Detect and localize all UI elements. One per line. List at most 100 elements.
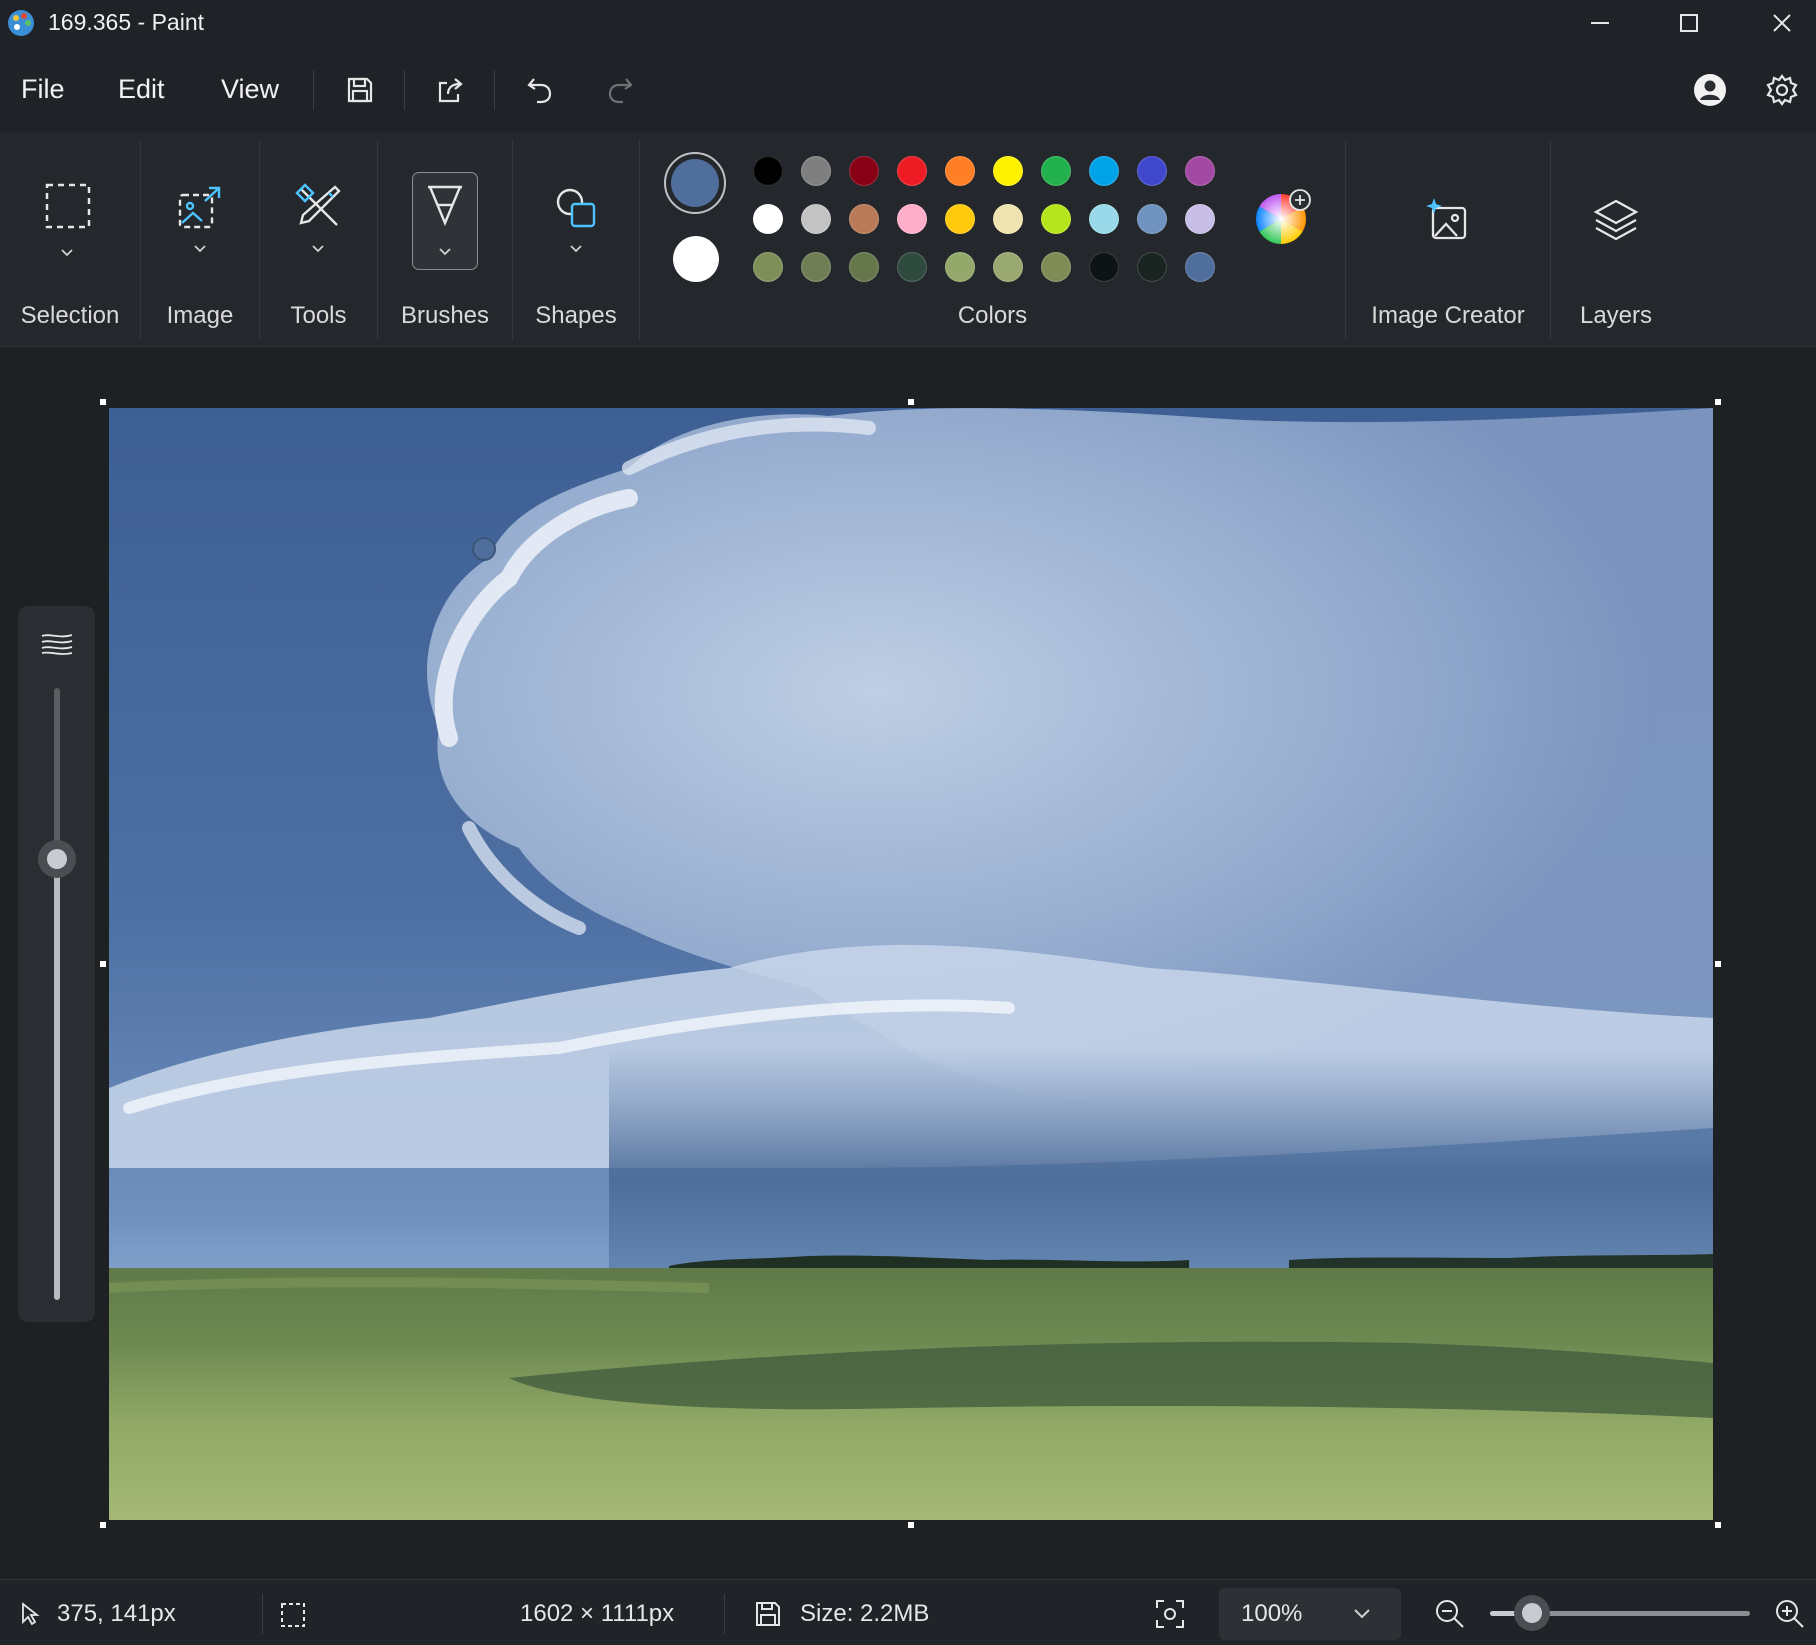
zoom-slider-thumb-dot (1521, 1603, 1542, 1623)
color-swatch[interactable] (801, 156, 831, 186)
color-swatch[interactable] (801, 252, 831, 282)
color-swatch[interactable] (1089, 252, 1119, 282)
image-creator-label: Image Creator (1371, 302, 1525, 329)
color-swatch[interactable] (1089, 204, 1119, 234)
layers-icon (1593, 199, 1639, 241)
chevron-down-icon[interactable] (569, 244, 583, 254)
selection-tool[interactable] (38, 176, 98, 236)
settings-icon (1766, 74, 1798, 106)
brush-size-fill (54, 859, 60, 1300)
resize-handle-bottom-left[interactable] (99, 1521, 107, 1529)
zoom-dropdown[interactable]: 100% (1219, 1588, 1401, 1640)
color-swatch[interactable] (801, 204, 831, 234)
color-swatch[interactable] (897, 252, 927, 282)
color-swatch[interactable] (945, 252, 975, 282)
shapes-group[interactable]: Shapes (513, 132, 639, 346)
color-swatch[interactable] (1185, 204, 1215, 234)
color-swatch[interactable] (1137, 204, 1167, 234)
pencil-eraser-icon (295, 183, 341, 226)
image-group[interactable]: Image (141, 132, 259, 346)
primary-color-swatch[interactable] (664, 152, 726, 214)
chevron-down-icon[interactable] (193, 244, 207, 254)
paint-palette-icon (8, 10, 34, 36)
pointer-icon (22, 1602, 40, 1626)
brush-size-thumb[interactable] (38, 840, 76, 879)
menu-view[interactable]: View (221, 74, 279, 105)
secondary-color-swatch[interactable] (673, 236, 719, 282)
color-swatch[interactable] (753, 252, 783, 282)
color-swatch[interactable] (945, 204, 975, 234)
color-swatch[interactable] (753, 204, 783, 234)
color-swatch[interactable] (1041, 156, 1071, 186)
color-swatch[interactable] (1089, 156, 1119, 186)
chevron-down-icon (1354, 1609, 1370, 1619)
account-icon (1694, 74, 1726, 106)
color-swatch[interactable] (1185, 156, 1215, 186)
color-swatch[interactable] (1041, 252, 1071, 282)
selection-label: Selection (20, 302, 120, 329)
resize-handle-top[interactable] (907, 398, 915, 406)
share-button[interactable] (428, 68, 472, 112)
color-swatch[interactable] (849, 204, 879, 234)
brushes-button[interactable] (412, 172, 478, 270)
tools-button[interactable] (286, 174, 350, 238)
layers-group[interactable]: Layers (1551, 132, 1681, 346)
color-swatch[interactable] (897, 204, 927, 234)
chevron-down-icon[interactable] (311, 244, 325, 254)
color-swatch[interactable] (945, 156, 975, 186)
chevron-down-icon[interactable] (438, 247, 452, 257)
settings-button[interactable] (1760, 68, 1804, 112)
color-swatch[interactable] (849, 252, 879, 282)
color-swatch[interactable] (1185, 252, 1215, 282)
resize-handle-left[interactable] (99, 960, 107, 968)
image-creator-icon (1426, 198, 1467, 240)
resize-handle-top-right[interactable] (1714, 398, 1722, 406)
brush-size-panel (18, 606, 95, 1322)
resize-handle-bottom-right[interactable] (1714, 1521, 1722, 1529)
resize-handle-bottom[interactable] (907, 1521, 915, 1529)
color-swatch[interactable] (849, 156, 879, 186)
color-swatch[interactable] (993, 252, 1023, 282)
resize-handle-right[interactable] (1714, 960, 1722, 968)
image-creator-button[interactable] (1416, 188, 1480, 252)
redo-button[interactable] (598, 68, 642, 112)
minimize-icon (1591, 22, 1609, 24)
shapes-button[interactable] (544, 176, 608, 240)
color-swatch[interactable] (753, 156, 783, 186)
menu-file[interactable]: File (21, 74, 65, 105)
color-swatch[interactable] (993, 156, 1023, 186)
image-creator-group[interactable]: Image Creator (1346, 132, 1550, 346)
layers-button[interactable] (1584, 188, 1648, 252)
menu-edit[interactable]: Edit (118, 74, 165, 105)
color-wheel-add-icon[interactable] (1254, 188, 1312, 246)
color-swatch[interactable] (897, 156, 927, 186)
color-swatch[interactable] (1041, 204, 1071, 234)
resize-handle-top-left[interactable] (99, 398, 107, 406)
minimize-button[interactable] (1557, 0, 1643, 46)
undo-button[interactable] (518, 68, 562, 112)
account-button[interactable] (1688, 68, 1732, 112)
close-icon (1773, 14, 1791, 32)
selection-group[interactable]: Selection (0, 132, 140, 346)
canvas-artwork (109, 408, 1713, 1520)
zoom-out-icon[interactable] (1434, 1598, 1466, 1630)
zoom-in-icon[interactable] (1774, 1598, 1806, 1630)
fit-to-window-icon[interactable] (1154, 1598, 1186, 1630)
ribbon-toolbar: Selection Image Tools Brushes Shapes Col… (0, 132, 1816, 347)
brushes-group[interactable]: Brushes (378, 132, 512, 346)
color-swatch[interactable] (993, 204, 1023, 234)
color-swatch[interactable] (1137, 252, 1167, 282)
drawing-canvas[interactable] (109, 408, 1713, 1520)
maximize-button[interactable] (1646, 0, 1732, 46)
rectangle-selection-icon (45, 183, 91, 229)
save-button[interactable] (338, 68, 382, 112)
chevron-down-icon[interactable] (60, 248, 74, 258)
brush-size-track[interactable] (54, 688, 60, 1300)
zoom-slider-thumb[interactable] (1513, 1595, 1550, 1631)
brush-size-thumb-dot (47, 849, 67, 870)
save-icon (347, 77, 373, 103)
image-tools[interactable] (168, 176, 232, 240)
tools-group[interactable]: Tools (260, 132, 377, 346)
close-button[interactable] (1739, 0, 1816, 46)
color-swatch[interactable] (1137, 156, 1167, 186)
